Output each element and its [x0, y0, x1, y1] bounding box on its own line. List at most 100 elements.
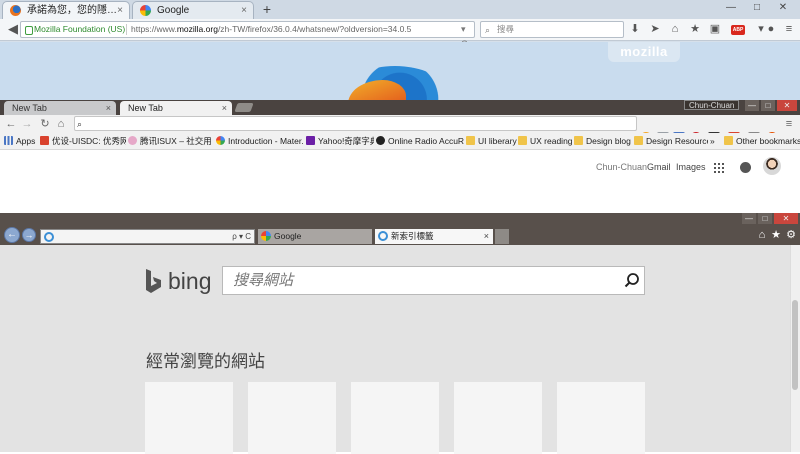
close-window-button[interactable]: ✕ — [770, 0, 796, 17]
folder-icon — [634, 136, 643, 145]
reload-icon[interactable]: ↻ — [38, 115, 52, 133]
omnibox[interactable]: ⌕ — [74, 116, 637, 131]
close-icon[interactable]: × — [222, 101, 227, 115]
close-icon[interactable]: × — [484, 229, 489, 244]
firefox-search-box[interactable]: ⌕ 搜尋 — [480, 21, 624, 38]
bookmark-design-resource[interactable]: Design Resource — [634, 133, 708, 150]
adblock-icon[interactable]: ABP — [731, 25, 745, 35]
chrome-tab-2[interactable]: New Tab × — [120, 101, 232, 115]
ie-tab-google[interactable]: Google — [258, 229, 372, 244]
firefox-tab-google[interactable]: Google × — [132, 1, 254, 19]
chat-icon[interactable]: ● — [762, 21, 780, 38]
firefox-navbar: ◀ Mozilla Foundation (US) https://www.mo… — [0, 19, 800, 49]
bookmark-other[interactable]: Other bookmarks — [724, 133, 800, 150]
tab-label: 新索引標籤 — [391, 231, 434, 241]
maximize-button[interactable]: □ — [761, 100, 775, 111]
apps-icon — [4, 136, 13, 145]
home-icon[interactable]: ⌂ — [54, 115, 68, 133]
menu-icon[interactable]: ≡ — [780, 21, 798, 38]
bookmark-ui-liberary[interactable]: UI liberary — [466, 133, 518, 150]
folder-icon — [518, 136, 527, 145]
ie-frame: — □ ✕ ← → ρ ▾ C Google 新索引標籤 × ⌂ ★ ⚙ — [0, 213, 800, 245]
user-name-link[interactable]: Chun-Chuan — [596, 162, 647, 172]
google-icon — [216, 136, 225, 145]
bookmark-yahoo[interactable]: Yahoo!奇摩字典 — [306, 133, 374, 150]
url-text[interactable]: https://www.mozilla.org/zh-TW/firefox/36… — [131, 22, 451, 37]
frequent-site-tile[interactable] — [248, 382, 336, 454]
lock-icon — [25, 26, 33, 35]
firefox-window: 承諾為您，您的隱私權與 ... × Google × + — □ ✕ ◀ Moz… — [0, 0, 800, 114]
frequent-site-tile[interactable] — [145, 382, 233, 454]
tab-label: New Tab — [12, 103, 47, 113]
firefox-tab-mozilla[interactable]: 承諾為您，您的隱私權與 ... × — [2, 1, 130, 19]
bookmark-ux-reading[interactable]: UX reading — [518, 133, 572, 150]
tab-label: New Tab — [128, 103, 163, 113]
back-arrow-icon[interactable]: ← — [4, 227, 20, 243]
bookmark-label: 优设-UISDC: 优秀网页... — [52, 136, 126, 146]
close-icon[interactable]: × — [241, 2, 247, 19]
back-arrow-icon[interactable]: ← — [4, 115, 18, 133]
minimize-button[interactable]: — — [745, 100, 759, 111]
favorites-star-icon[interactable]: ★ — [769, 228, 783, 242]
ie-logo-icon — [44, 232, 54, 242]
search-placeholder: 搜尋 — [497, 24, 515, 34]
bookmark-label: Online Radio AccuRa... — [388, 136, 464, 146]
apps-grid-icon[interactable] — [714, 163, 724, 173]
bookmark-uisdc[interactable]: 优设-UISDC: 优秀网页... — [40, 133, 126, 150]
close-icon[interactable]: × — [117, 2, 123, 19]
maximize-button[interactable]: □ — [744, 0, 770, 17]
bookmark-material[interactable]: Introduction - Mater... — [216, 133, 304, 150]
minimize-button[interactable]: — — [742, 213, 756, 224]
profile-button[interactable]: Chun-Chuan — [684, 100, 740, 110]
frequent-site-tile[interactable] — [454, 382, 542, 454]
url-prefix: https://www. — [131, 24, 177, 34]
menu-icon[interactable]: ≡ — [782, 115, 796, 133]
firefox-url-bar[interactable]: Mozilla Foundation (US) https://www.mozi… — [20, 21, 475, 49]
close-window-button[interactable]: ✕ — [774, 213, 798, 224]
notifications-bell-icon[interactable] — [740, 162, 751, 173]
bing-search-input[interactable]: 搜尋網站 — [222, 266, 645, 295]
address-controls[interactable]: ρ ▾ C — [232, 230, 251, 244]
maximize-button[interactable]: □ — [758, 213, 772, 224]
new-tab-button[interactable] — [234, 103, 254, 112]
tab-label: Google — [157, 5, 190, 16]
radio-icon — [376, 136, 385, 145]
close-window-button[interactable]: ✕ — [777, 100, 797, 111]
new-tab-button[interactable] — [495, 229, 509, 244]
close-icon[interactable]: × — [106, 101, 111, 115]
bookmark-design-blog[interactable]: Design blog — [574, 133, 634, 150]
bookmark-label: Yahoo!奇摩字典 — [318, 136, 374, 146]
send-icon[interactable]: ➤ — [646, 21, 664, 38]
bookmark-label: 腾讯ISUX – 社交用户... — [140, 136, 212, 146]
bookmark-apps[interactable]: Apps — [4, 133, 38, 150]
minimize-button[interactable]: — — [718, 0, 744, 17]
home-icon[interactable]: ⌂ — [755, 228, 769, 242]
ie-tab-new[interactable]: 新索引標籤 × — [375, 229, 493, 244]
images-link[interactable]: Images — [676, 162, 706, 172]
search-icon[interactable] — [624, 272, 640, 288]
gmail-link[interactable]: Gmail — [647, 162, 671, 172]
ie-logo-icon — [378, 231, 388, 241]
bookmarks-overflow-button[interactable]: » — [710, 133, 722, 150]
download-icon[interactable]: ⬇ — [626, 21, 644, 38]
bookmark-radio[interactable]: Online Radio AccuRa... — [376, 133, 464, 150]
site-identity[interactable]: Mozilla Foundation (US) — [34, 22, 125, 37]
gear-icon[interactable]: ⚙ — [784, 228, 798, 242]
frequent-sites-title: 經常瀏覽的網站 — [146, 352, 265, 371]
frequent-site-tile[interactable] — [557, 382, 645, 454]
bookmark-label: UX reading — [530, 136, 572, 146]
avatar[interactable] — [763, 157, 781, 175]
ie-address-bar[interactable]: ρ ▾ C — [40, 229, 255, 244]
new-tab-button[interactable]: + — [260, 1, 274, 17]
bookmark-isux[interactable]: 腾讯ISUX – 社交用户... — [128, 133, 212, 150]
home-icon[interactable]: ⌂ — [666, 21, 684, 38]
forward-arrow-icon[interactable]: → — [20, 115, 34, 133]
clipboard-icon[interactable]: ▣ — [706, 21, 724, 38]
mozilla-brand-tab[interactable]: mozilla — [608, 42, 680, 62]
chrome-tab-1[interactable]: New Tab × — [4, 101, 116, 115]
bookmark-star-icon[interactable]: ★ — [686, 21, 704, 38]
forward-arrow-icon[interactable]: → — [22, 228, 36, 242]
reload-icon[interactable]: ▾ C — [461, 22, 474, 49]
scrollbar-thumb[interactable] — [792, 300, 798, 390]
frequent-site-tile[interactable] — [351, 382, 439, 454]
